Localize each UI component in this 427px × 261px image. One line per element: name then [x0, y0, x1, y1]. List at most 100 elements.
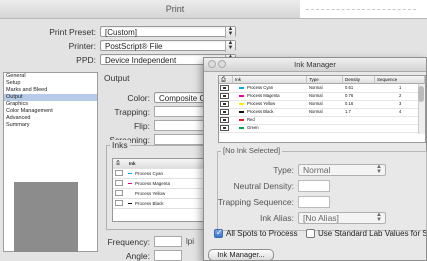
ink-density: 0.76 [345, 93, 354, 98]
inks-table-header: ⎙ Ink [113, 159, 211, 169]
red-swatch-icon [239, 119, 244, 121]
column-header-type[interactable]: Type [307, 76, 343, 84]
standard-lab-checkbox[interactable] [306, 229, 315, 238]
ink-row[interactable]: Process Magenta [113, 179, 211, 189]
category-setup[interactable]: Setup [4, 80, 97, 87]
ink-row-green[interactable]: Green [219, 124, 425, 133]
ink-printer-icon[interactable] [115, 190, 123, 196]
category-graphics[interactable]: Graphics [4, 101, 97, 108]
preset-popup[interactable]: [Custom] ▲ ▼ [100, 26, 236, 38]
ink-type: Normal [309, 85, 323, 90]
ink-printer-icon[interactable] [115, 200, 123, 206]
trapping-sequence-label: Trapping Sequence: [217, 197, 294, 207]
screening-popup[interactable] [154, 134, 204, 145]
popup-arrows-icon: ▲▼ [225, 26, 235, 38]
ink-sequence: 3 [399, 101, 402, 106]
preset-value: [Custom] [105, 28, 138, 37]
type-label: Type: [273, 165, 294, 175]
printer-label: Printer: [68, 41, 96, 51]
category-general[interactable]: General [4, 73, 97, 80]
black-swatch-icon [239, 111, 244, 113]
ink-sequence: 2 [399, 93, 402, 98]
printer-icon: ⎙ [116, 160, 121, 166]
color-label: Color: [127, 93, 150, 103]
yellow-swatch-icon [239, 103, 244, 105]
inks-header-ink: Ink [129, 161, 136, 166]
all-spots-checkbox[interactable] [214, 228, 223, 238]
ppd-label: PPD: [76, 55, 96, 65]
type-popup[interactable]: Normal ▲ ▼ [298, 164, 386, 176]
scrollbar-thumb[interactable] [418, 86, 424, 102]
ink-manager-title: Ink Manager [294, 60, 336, 69]
column-header-sequence[interactable]: Sequence [375, 76, 425, 84]
frequency-unit: lpi [186, 237, 195, 246]
green-swatch-icon [239, 127, 244, 129]
ink-printer-icon[interactable] [115, 180, 123, 186]
cyan-swatch-icon [239, 87, 244, 89]
printer-value: PostScript® File [105, 42, 163, 51]
column-header-density[interactable]: Density [343, 76, 375, 84]
category-output[interactable]: Output [4, 94, 97, 101]
ink-name: Green [247, 125, 259, 130]
angle-label: Angle: [125, 251, 150, 261]
angle-field[interactable] [154, 250, 182, 261]
output-section-title: Output [104, 73, 130, 83]
ink-sequence: 1 [399, 85, 402, 90]
neutral-density-field[interactable] [298, 180, 330, 192]
trapping-sequence-field[interactable] [298, 196, 330, 208]
ink-density: 1.7 [345, 109, 351, 114]
no-ink-selected-title: [No Ink Selected] [221, 146, 283, 155]
printer-toggle-icon[interactable] [220, 101, 229, 107]
ink-density: 0.16 [345, 101, 354, 106]
category-summary[interactable]: Summary [4, 122, 97, 129]
frequency-field[interactable] [154, 236, 182, 247]
ink-type: Normal [309, 101, 323, 106]
neutral-density-label: Neutral Density: [233, 181, 294, 191]
ink-manager-button[interactable]: Ink Manager... [208, 249, 274, 261]
ink-name: Process Yellow [135, 191, 166, 196]
printer-toggle-icon[interactable] [220, 125, 229, 131]
magenta-swatch-icon [128, 183, 132, 184]
print-column-header[interactable]: ⎙ [219, 76, 233, 84]
ink-alias-label: Ink Alias: [259, 213, 294, 223]
black-swatch-icon [128, 203, 132, 204]
inks-group-title: Inks [110, 140, 130, 150]
ink-type: Normal [309, 109, 323, 114]
preset-label: Print Preset: [49, 27, 96, 37]
category-color-management[interactable]: Color Management [4, 108, 97, 115]
ink-manager-dialog: Ink Manager ⎙ Ink Type Density Sequence … [203, 57, 427, 261]
ink-row[interactable]: Process Black [113, 199, 211, 209]
printer-toggle-icon[interactable] [220, 93, 229, 99]
all-spots-label: All Spots to Process [226, 229, 298, 238]
ink-alias-popup[interactable]: [No Alias] ▲ ▼ [298, 212, 386, 224]
ink-row[interactable]: Process Yellow [113, 189, 211, 199]
frequency-label: Frequency: [107, 237, 150, 247]
ink-row[interactable]: Process Cyan [113, 169, 211, 179]
ppd-value: Device Independent [105, 56, 177, 65]
category-advanced[interactable]: Advanced [4, 115, 97, 122]
printer-toggle-icon[interactable] [220, 85, 229, 91]
ink-alias-value: [No Alias] [303, 213, 339, 223]
ink-printer-icon[interactable] [115, 170, 123, 176]
ink-name: Process Cyan [247, 85, 274, 90]
printer-toggle-icon[interactable] [220, 117, 229, 123]
category-marks-and-bleed[interactable]: Marks and Bleed [4, 87, 97, 94]
flip-popup[interactable] [154, 120, 204, 131]
printer-icon: ⎙ [221, 77, 226, 83]
trapping-popup[interactable] [154, 106, 204, 117]
flip-label: Flip: [133, 121, 150, 131]
popup-arrows-icon: ▲▼ [376, 164, 382, 175]
ink-sequence: 4 [399, 109, 402, 114]
ink-name: Process Cyan [135, 171, 164, 176]
printer-popup[interactable]: PostScript® File ▲ ▼ [100, 40, 236, 52]
magenta-swatch-icon [239, 95, 244, 97]
ink-name: Process Magenta [135, 181, 171, 186]
column-header-ink[interactable]: Ink [233, 76, 307, 84]
ink-table: ⎙ Ink Type Density Sequence Process Cyan… [218, 75, 426, 143]
trapping-label: Trapping: [114, 107, 150, 117]
ink-density: 0.61 [345, 85, 354, 90]
ink-name: Process Yellow [247, 101, 276, 106]
print-title: Print [165, 4, 185, 14]
divider [306, 9, 416, 10]
printer-toggle-icon[interactable] [220, 109, 229, 115]
